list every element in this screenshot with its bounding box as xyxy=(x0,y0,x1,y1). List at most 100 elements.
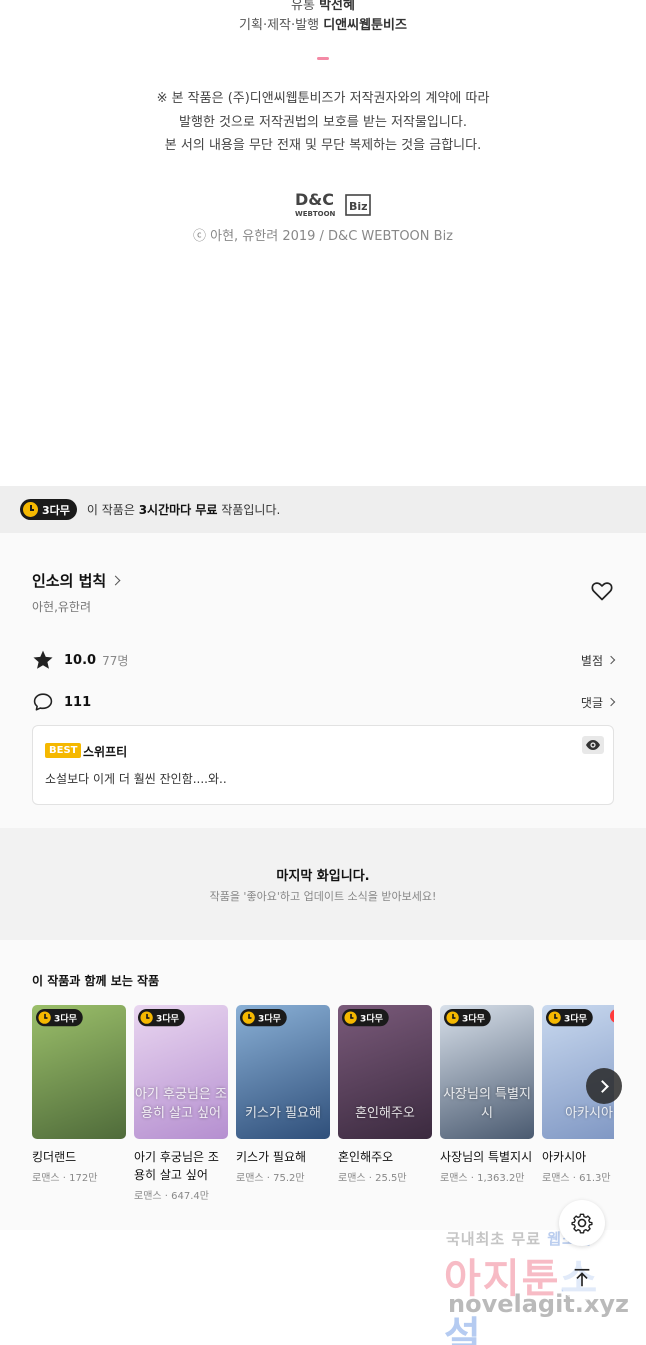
recommendation-title[interactable]: 아카시아 xyxy=(542,1148,614,1166)
best-badge: BEST xyxy=(45,743,82,758)
work-title: 인소의 법칙 xyxy=(32,572,107,590)
notice-line: 본 서의 내용을 무단 전재 및 무단 복제하는 것을 금합니다. xyxy=(164,138,482,153)
carousel-next-button[interactable] xyxy=(586,1068,622,1104)
badge-label: 3다무 xyxy=(258,1012,281,1024)
free-banner: 3다무 이 작품은 3시간마다 무료 작품입니다. xyxy=(0,486,646,533)
recommendation-meta: 로맨스 · 1,363.2만 xyxy=(440,1173,525,1184)
recommendation-meta: 로맨스 · 75.2만 xyxy=(236,1173,305,1184)
best-comment[interactable]: BEST 스위프티 소설보다 이게 더 훨씬 잔인함....와.. xyxy=(32,725,614,805)
credit-label: 유통 xyxy=(291,0,315,13)
recommendation-item[interactable]: 3다무킹더랜드로맨스 · 172만 xyxy=(32,1005,126,1184)
credit-label: 기획·제작·발행 xyxy=(239,18,320,33)
comment-text: 소설보다 이게 더 훨씬 잔인함....와.. xyxy=(45,772,227,786)
clock-icon xyxy=(446,1011,459,1024)
distribution-credit: 유통 박선혜 xyxy=(0,0,646,13)
divider xyxy=(317,57,329,60)
scroll-top-button[interactable] xyxy=(559,1255,605,1301)
wait-free-badge: 3다무 xyxy=(240,1009,287,1027)
watermark-url: novelagit.xyz xyxy=(448,1290,630,1318)
recommendation-cover[interactable]: 3다무키스가 필요해 xyxy=(236,1005,330,1139)
settings-button[interactable] xyxy=(559,1200,605,1246)
recommendation-cover[interactable]: 3다무혼인해주오 xyxy=(338,1005,432,1139)
rating-link[interactable]: 별점 xyxy=(580,652,616,669)
work-title-link[interactable]: 인소의 법칙 xyxy=(32,570,121,591)
wait-free-badge: 3다무 xyxy=(20,499,77,520)
cover-title-art: 키스가 필요해 xyxy=(245,1106,321,1121)
comment-author: 스위프티 xyxy=(83,745,128,759)
recommendation-cover[interactable]: 3다무 사장님의 특별지시 xyxy=(440,1005,534,1139)
recommendation-meta: 로맨스 · 647.4만 xyxy=(134,1191,209,1202)
recommendation-meta: 로맨스 · 25.5만 xyxy=(338,1173,407,1184)
credit-value: 디앤씨웹툰비즈 xyxy=(323,18,407,33)
chevron-right-icon xyxy=(606,655,616,665)
recommendation-item[interactable]: 3다무 키스가 필요해 키스가 필요해 로맨스 · 75.2만 xyxy=(236,1005,330,1184)
rating-link-label: 별점 xyxy=(580,653,603,668)
cover-title-art: 혼인해주오 xyxy=(355,1106,415,1121)
badge-label: 3다무 xyxy=(156,1012,179,1024)
dnc-webtoon-biz-logo: D&C WEBTOON Biz xyxy=(295,190,371,218)
recommendation-title[interactable]: 킹더랜드 xyxy=(32,1148,126,1166)
recommendation-item[interactable]: 3다무 사장님의 특별지시사장님의 특별지시로맨스 · 1,363.2만 xyxy=(440,1005,534,1184)
clock-icon xyxy=(548,1011,561,1024)
recommendation-meta: 로맨스 · 172만 xyxy=(32,1173,98,1184)
cover-title-art: 아카시아 xyxy=(565,1106,613,1121)
recommendations-section: 이 작품과 함께 보는 작품 3다무 킹더랜드 로맨스 · 172만 3다무 아기 후궁… xyxy=(0,940,646,1230)
clock-icon xyxy=(344,1011,357,1024)
last-episode-section: 마지막 화입니다. 작품을 '좋아요'하고 업데이트 소식을 받아보세요! xyxy=(0,828,646,940)
spoiler-toggle-button[interactable] xyxy=(582,736,604,754)
free-text-suffix: 작품입니다. xyxy=(217,503,281,517)
clock-icon xyxy=(140,1011,153,1024)
cover-title-art: 아기 후궁님은 조용히 살고 싶어 xyxy=(135,1087,227,1121)
badge-label: 3다무 xyxy=(54,1012,77,1024)
eye-icon xyxy=(586,740,600,750)
copyright-text: ⓒ 아현, 유한려 2019 / D&C WEBTOON Biz xyxy=(192,229,454,244)
chevron-right-icon xyxy=(596,1079,609,1093)
recommendation-item[interactable]: 3다무 혼인해주오 혼인해주오 로맨스 · 25.5만 xyxy=(338,1005,432,1184)
logo-bottom-text: WEBTOON xyxy=(295,210,336,218)
notice-line: ※ 본 작품은 (주)디앤씨웹툰비즈가 저작권자와의 계약에 따라 xyxy=(156,91,490,106)
comment-count: 111 xyxy=(64,694,92,710)
copyright-notice: ※ 본 작품은 (주)디앤씨웹툰비즈가 저작권자와의 계약에 따라 발행한 것으… xyxy=(0,87,646,158)
wait-free-badge: 3다무 xyxy=(546,1009,593,1027)
last-episode-subtitle: 작품을 '좋아요'하고 업데이트 소식을 받아보세요! xyxy=(209,890,437,903)
recommendation-meta: 로맨스 · 61.3만 xyxy=(542,1173,611,1184)
comment-link-label: 댓글 xyxy=(580,695,603,710)
comment-icon xyxy=(33,693,53,711)
last-episode-title: 마지막 화입니다. xyxy=(276,869,370,884)
badge-label: 3다무 xyxy=(462,1012,485,1024)
chevron-right-icon xyxy=(606,697,616,707)
credits-section: 유통 박선혜 기획·제작·발행 디앤씨웹툰비즈 ※ 본 작품은 (주)디앤씨웹툰… xyxy=(0,0,646,486)
wait-free-badge: 3다무 xyxy=(138,1009,185,1027)
update-badge: UP xyxy=(610,1009,614,1023)
logo-top-text: D&C xyxy=(295,190,334,209)
recommendation-title[interactable]: 혼인해주오 xyxy=(338,1148,432,1166)
credit-value: 박선혜 xyxy=(319,0,355,13)
heart-icon[interactable] xyxy=(590,579,614,603)
recommendation-carousel: 3다무 킹더랜드 로맨스 · 172만 3다무 아기 후궁님은 조용히 살고 싶어 아기 … xyxy=(32,1005,614,1215)
recommendation-cover[interactable]: 3다무 xyxy=(32,1005,126,1139)
recommendation-title[interactable]: 키스가 필요해 xyxy=(236,1148,330,1166)
clock-icon xyxy=(38,1011,51,1024)
badge-label: 3다무 xyxy=(360,1012,383,1024)
recommendation-cover[interactable]: 3다무아기 후궁님은 조용히 살고 싶어 xyxy=(134,1005,228,1139)
recommendation-title[interactable]: 아기 후궁님은 조용히 살고 싶어 xyxy=(134,1148,228,1184)
publisher-credit: 기획·제작·발행 디앤씨웹툰비즈 xyxy=(0,14,646,33)
arrow-up-icon xyxy=(574,1268,590,1287)
recommendation-title[interactable]: 사장님의 특별지시 xyxy=(440,1148,534,1166)
wait-free-badge: 3다무 xyxy=(342,1009,389,1027)
work-authors: 아현,유한려 xyxy=(32,600,92,614)
rating-row: 10.0 77명 별점 xyxy=(32,648,616,672)
chevron-right-icon xyxy=(110,575,121,586)
clock-icon xyxy=(23,502,38,517)
badge-label: 3다무 xyxy=(42,503,70,517)
badge-label: 3다무 xyxy=(564,1012,587,1024)
comment-link[interactable]: 댓글 xyxy=(580,694,616,711)
gear-icon xyxy=(571,1213,593,1234)
rating-value: 10.0 xyxy=(64,652,97,668)
recommendation-item[interactable]: 3다무 아기 후궁님은 조용히 살고 싶어 아기 후궁님은 조용히 살고 싶어 로맨스… xyxy=(134,1005,228,1202)
logo-biz-text: Biz xyxy=(349,200,368,213)
free-text-prefix: 이 작품은 xyxy=(86,503,139,517)
free-banner-text: 이 작품은 3시간마다 무료 작품입니다. xyxy=(87,501,280,518)
star-icon xyxy=(33,650,53,669)
comment-row: 111 댓글 xyxy=(32,690,616,714)
